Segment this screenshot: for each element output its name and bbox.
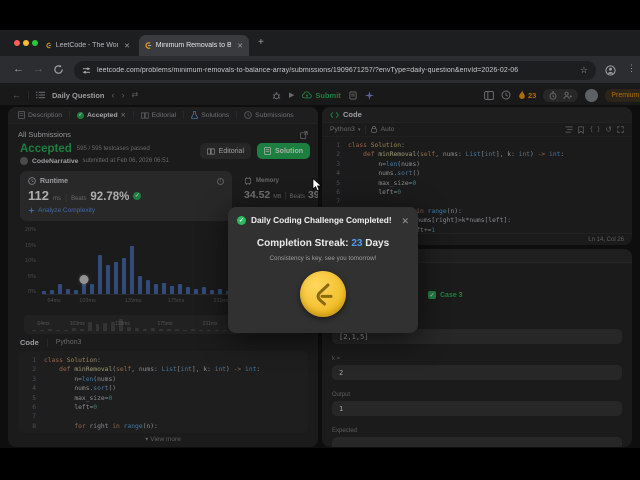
bookmark-star-icon[interactable]: ☆ <box>580 66 588 75</box>
browser-tab-leetcode-home[interactable]: LeetCode - The World's Lea ✕ <box>40 35 136 56</box>
traffic-light-zoom[interactable] <box>32 40 38 46</box>
browser-menu-icon[interactable]: ⋮ <box>627 64 636 73</box>
browser-tab-problem[interactable]: Minimum Removals to Balan ✕ <box>139 35 249 56</box>
site-info-icon[interactable] <box>82 66 91 75</box>
streak-value: 23 <box>351 238 363 249</box>
streak-coin <box>300 271 346 317</box>
browser-window: LeetCode - The World's Lea ✕ Minimum Rem… <box>0 30 640 448</box>
mouse-cursor <box>312 178 322 192</box>
traffic-light-close[interactable] <box>14 40 20 46</box>
close-icon[interactable]: ✕ <box>124 42 130 50</box>
reload-button[interactable] <box>53 64 64 75</box>
close-icon[interactable]: ✕ <box>237 42 243 50</box>
modal-title: Daily Coding Challenge Completed! <box>251 215 392 225</box>
leetcode-coin-logo <box>316 283 333 306</box>
close-icon[interactable]: ✕ <box>401 216 409 227</box>
new-tab-button[interactable]: + <box>258 38 264 48</box>
leetcode-favicon <box>145 42 152 49</box>
url-text: leetcode.com/problems/minimum-removals-t… <box>97 67 519 74</box>
tab-title: LeetCode - The World's Lea <box>55 42 119 49</box>
daily-challenge-modal: ✓ Daily Coding Challenge Completed! ✕ Co… <box>228 207 418 333</box>
tab-title: Minimum Removals to Balan <box>155 42 232 49</box>
streak-line: Completion Streak: 23 Days <box>256 238 390 249</box>
forward-button[interactable]: → <box>33 64 44 75</box>
completed-check-icon: ✓ <box>237 215 246 225</box>
browser-toolbar: ← → leetcode.com/problems/minimum-remova… <box>0 56 640 84</box>
profile-icon[interactable] <box>605 65 616 76</box>
screenshot-stage: LeetCode - The World's Lea ✕ Minimum Rem… <box>0 0 640 480</box>
url-bar[interactable]: leetcode.com/problems/minimum-removals-t… <box>74 61 596 80</box>
leetcode-favicon <box>46 42 52 49</box>
leetcode-page: ← Daily Question ‹ › ⇄ ▶ Submit 23 Premi… <box>0 85 640 448</box>
browser-tabstrip: LeetCode - The World's Lea ✕ Minimum Rem… <box>0 30 640 56</box>
modal-subtitle: Consistency is key, see you tomorrow! <box>269 255 377 262</box>
traffic-light-minimize[interactable] <box>23 40 29 46</box>
back-button[interactable]: ← <box>13 64 24 75</box>
